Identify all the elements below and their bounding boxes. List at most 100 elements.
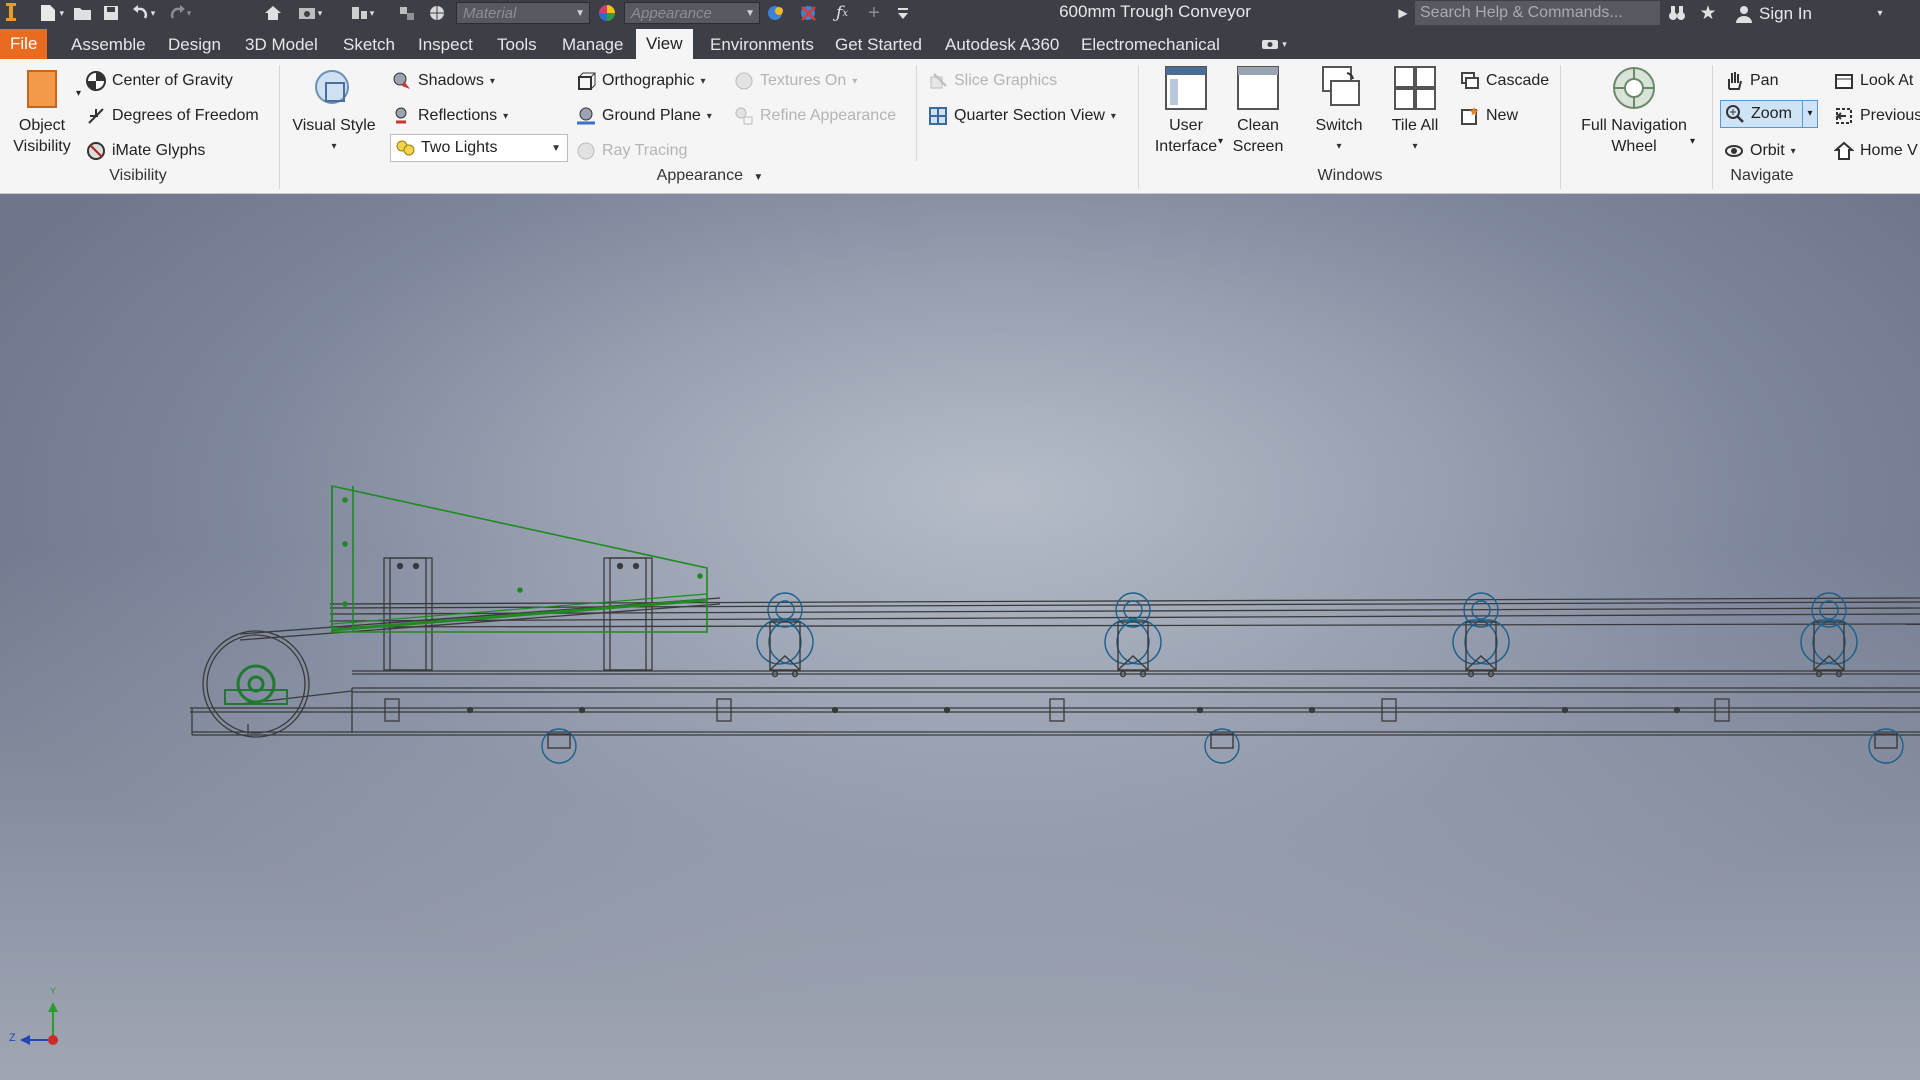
parameters-icon[interactable]: ƒx [830, 2, 854, 24]
tab-assemble[interactable]: Assemble [69, 31, 148, 59]
ground-plane-icon [577, 107, 595, 125]
material-combo[interactable]: Material ▼ [456, 2, 590, 24]
ribbon-separator [1138, 65, 1139, 189]
graphics-viewport[interactable]: Z Y [0, 194, 1920, 1080]
user-interface-button[interactable]: User Interface [1148, 65, 1224, 157]
reflections-icon [395, 107, 407, 124]
search-expand-icon[interactable]: ▶ [1396, 2, 1410, 24]
binoculars-icon[interactable] [1664, 2, 1690, 24]
ribbon-tab-bar: File Assemble Design 3D Model Sketch Ins… [0, 27, 1920, 59]
user-interface-icon [1164, 65, 1208, 111]
ground-plane-label: Ground Plane [602, 107, 701, 124]
ground-plane-button[interactable]: Ground Plane ▾ [576, 102, 712, 130]
new-window-button[interactable]: New [1460, 102, 1518, 130]
cascade-button[interactable]: Cascade [1460, 67, 1549, 95]
undo-icon[interactable]: ▾ [128, 2, 158, 24]
orbit-button[interactable]: Orbit ▾ [1724, 137, 1796, 165]
object-visibility-icon [22, 67, 62, 111]
zoom-button[interactable]: Zoom ▾ [1720, 100, 1818, 128]
full-navigation-wheel-button[interactable]: Full Navigation Wheel [1570, 65, 1698, 157]
select-priority-icon[interactable] [396, 2, 418, 24]
object-visibility-dropdown-icon[interactable]: ▾ [76, 79, 81, 107]
tab-sketch[interactable]: Sketch [341, 31, 397, 59]
previous-view-button[interactable]: Previous [1834, 102, 1920, 130]
tab-inspect[interactable]: Inspect [416, 31, 475, 59]
tab-electromechanical[interactable]: Electromechanical [1079, 31, 1222, 59]
tab-view[interactable]: View [636, 29, 693, 59]
open-file-icon[interactable] [72, 2, 94, 24]
selected-skirt-hopper[interactable] [331, 485, 708, 633]
favorites-star-icon[interactable]: ★ [1696, 2, 1720, 24]
center-of-gravity-button[interactable]: Center of Gravity [86, 67, 233, 95]
refine-appearance-button[interactable]: Refine Appearance [734, 102, 896, 130]
app-logo-icon[interactable] [2, 2, 22, 24]
look-at-button[interactable]: Look At [1834, 67, 1913, 95]
visual-style-icon [312, 67, 356, 111]
lighting-style-select[interactable]: Two Lights ▼ [390, 134, 568, 162]
orthographic-button[interactable]: Orthographic ▾ [576, 67, 706, 95]
tab-3d-model[interactable]: 3D Model [243, 31, 320, 59]
reflections-label: Reflections [418, 107, 498, 124]
object-visibility-button[interactable]: Object Visibility [6, 67, 78, 157]
switch-button[interactable]: Switch ▾ [1304, 65, 1374, 157]
orbit-icon [1725, 145, 1743, 157]
textures-on-button[interactable]: Textures On ▾ [734, 67, 857, 95]
new-window-icon [1461, 107, 1479, 125]
pan-button[interactable]: Pan [1724, 67, 1778, 95]
slice-graphics-button[interactable]: Slice Graphics [928, 67, 1057, 95]
save-icon[interactable] [100, 2, 122, 24]
full-navigation-wheel-label-2: Wheel [1611, 138, 1657, 155]
tab-get-started[interactable]: Get Started [833, 31, 924, 59]
slice-graphics-icon [930, 73, 947, 89]
return-idlers [541, 728, 1904, 764]
shadows-button[interactable]: Shadows ▾ [392, 67, 495, 95]
shadows-label: Shadows [418, 72, 484, 89]
tab-file[interactable]: File [0, 29, 48, 59]
clean-screen-label-1: Clean [1237, 117, 1279, 134]
home-icon[interactable] [262, 2, 284, 24]
ribbon-separator [916, 65, 917, 161]
new-file-icon[interactable]: ▾ [38, 2, 64, 24]
user-interface-label-2: Interface [1154, 138, 1218, 155]
user-interface-dropdown-icon[interactable]: ▾ [1218, 127, 1223, 155]
clean-screen-button[interactable]: Clean Screen [1226, 65, 1290, 157]
ray-tracing-button[interactable]: Ray Tracing [576, 137, 687, 165]
ribbon-panel: Object Visibility ▾ Center of Gravity De… [0, 59, 1920, 194]
object-visibility-label-2: Visibility [13, 138, 71, 155]
appearance-color-icon [596, 2, 618, 24]
tab-design[interactable]: Design [166, 31, 223, 59]
imate-glyphs-button[interactable]: iMate Glyphs [86, 137, 205, 165]
pan-hand-icon [1728, 72, 1742, 90]
degrees-of-freedom-button[interactable]: Degrees of Freedom [86, 102, 259, 130]
tab-environments[interactable]: Environments [708, 31, 816, 59]
reflections-button[interactable]: Reflections ▾ [392, 102, 508, 130]
ribbon-separator [279, 65, 280, 189]
home-view-button[interactable]: Home V [1834, 137, 1918, 165]
capture-icon[interactable]: ▾ [294, 2, 326, 24]
appearance-combo[interactable]: Appearance ▼ [624, 2, 760, 24]
sign-in-button[interactable]: Sign In [1735, 0, 1812, 27]
add-icon[interactable]: + [862, 2, 886, 24]
ribbon-minimize-icon[interactable]: ▾ [1256, 33, 1292, 55]
tab-autodesk-a360[interactable]: Autodesk A360 [943, 31, 1061, 59]
measure-icon[interactable]: ▾ [344, 2, 380, 24]
tile-all-dropdown-icon: ▾ [1412, 141, 1418, 152]
tab-manage[interactable]: Manage [560, 31, 625, 59]
sign-in-dropdown-icon[interactable]: ▾ [1872, 2, 1888, 24]
appearance-group-label[interactable]: Appearance ▼ [640, 167, 780, 185]
quarter-section-view-button[interactable]: Quarter Section View ▾ [928, 102, 1116, 130]
adjust-appearance-icon[interactable] [764, 2, 790, 24]
tab-tools[interactable]: Tools [495, 31, 539, 59]
tile-all-button[interactable]: Tile All ▾ [1380, 65, 1450, 157]
return-rail-clamps [384, 698, 1730, 722]
search-input[interactable]: Search Help & Commands... [1415, 1, 1660, 25]
globe-icon[interactable] [426, 2, 448, 24]
navigation-wheel-dropdown-icon[interactable]: ▾ [1690, 127, 1695, 155]
redo-icon[interactable]: ▾ [164, 2, 194, 24]
material-combo-value: Material [463, 5, 517, 22]
conveyor-model-wireframe[interactable] [0, 194, 1920, 1080]
zoom-dropdown-icon[interactable]: ▾ [1802, 101, 1817, 127]
lighting-style-value: Two Lights [421, 139, 498, 156]
visual-style-button[interactable]: Visual Style ▾ [288, 67, 380, 157]
clear-appearance-icon[interactable] [796, 2, 822, 24]
